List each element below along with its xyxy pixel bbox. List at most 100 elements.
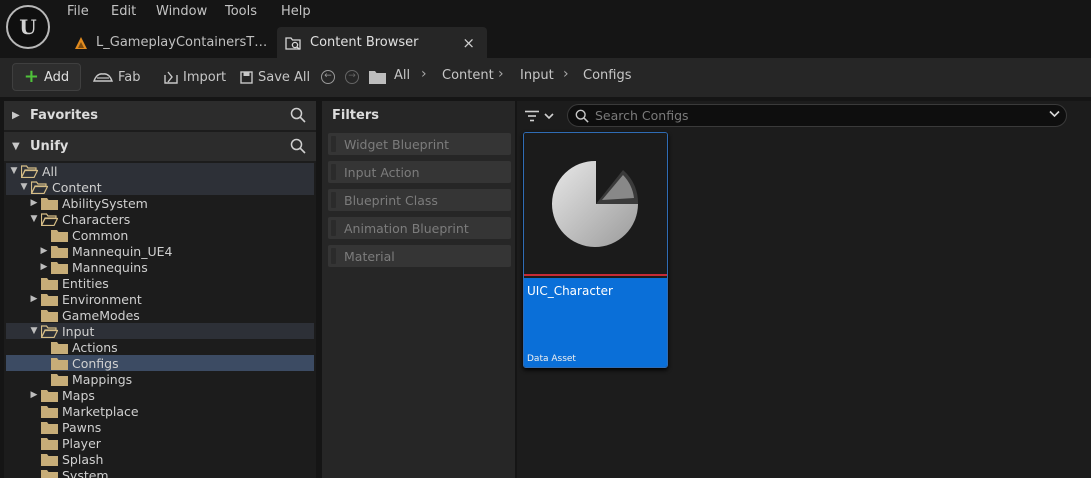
folder-icon (51, 373, 68, 386)
project-header[interactable]: ▼ Unify (4, 132, 316, 161)
data-asset-pie-icon (552, 160, 639, 247)
chevron-right-icon: › (498, 66, 504, 82)
filter-color-bar (331, 220, 336, 236)
filter-animation-blueprint[interactable]: Animation Blueprint (328, 217, 511, 239)
tree-item-splash[interactable]: Splash (6, 451, 314, 467)
chevron-right-icon: ▶ (12, 110, 20, 121)
tree-item-environment[interactable]: ▶ Environment (6, 291, 314, 307)
tree-item-label: Entities (62, 275, 109, 291)
breadcrumb-input[interactable]: Input (520, 68, 554, 83)
filter-input-action[interactable]: Input Action (328, 161, 511, 183)
chevron-down-icon[interactable]: ▼ (19, 182, 29, 192)
tree-item-gamemodes[interactable]: GameModes (6, 307, 314, 323)
tree-item-label: Mappings (72, 371, 133, 387)
folder-icon (41, 309, 58, 322)
search-box[interactable] (567, 104, 1067, 127)
tree-item-content[interactable]: ▼ Content (6, 179, 314, 195)
chevron-down-icon[interactable]: ▼ (29, 326, 39, 336)
chevron-down-icon[interactable] (1049, 110, 1060, 118)
back-arrow-icon[interactable]: ← (321, 70, 335, 84)
tree-item-label: AbilitySystem (62, 195, 148, 211)
tree-item-label: All (42, 163, 58, 179)
asset-tile[interactable]: UIC_Character Data Asset (523, 132, 668, 368)
tree-item-label: System (62, 467, 109, 478)
chevron-right-icon[interactable]: ▶ (29, 294, 39, 304)
filters-panel: Filters Widget Blueprint Input Action Bl… (322, 101, 515, 478)
breadcrumb-configs[interactable]: Configs (583, 68, 631, 83)
menu-window[interactable]: Window (156, 4, 207, 19)
menu-file[interactable]: File (67, 4, 89, 19)
tree-item-label: Characters (62, 211, 131, 227)
folder-open-icon (21, 164, 38, 178)
tree-item-maps[interactable]: ▶ Maps (6, 387, 314, 403)
search-input[interactable] (595, 107, 1035, 124)
add-button[interactable]: + Add (12, 63, 81, 91)
tree-item-label: Pawns (62, 419, 102, 435)
tree-item-configs[interactable]: Configs (6, 355, 314, 371)
title-bar: U File Edit Window Tools Help L_Gameplay… (0, 0, 1091, 58)
menu-edit[interactable]: Edit (111, 4, 136, 19)
sources-panel: ▶ Favorites ▼ Unify ▼ All ▼ Content ▶ Ability… (4, 101, 316, 478)
tree-item-label: Actions (72, 339, 118, 355)
filter-button[interactable] (525, 107, 559, 125)
filter-blueprint-class[interactable]: Blueprint Class (328, 189, 511, 211)
tree-item-label: Mannequin_UE4 (72, 243, 173, 259)
filter-color-bar (331, 136, 336, 152)
tree-item-all[interactable]: ▼ All (6, 163, 314, 179)
tree-item-abilitysystem[interactable]: ▶ AbilitySystem (6, 195, 314, 211)
filter-material[interactable]: Material (328, 245, 511, 267)
breadcrumb-content[interactable]: Content (442, 68, 494, 83)
filter-label: Animation Blueprint (344, 220, 469, 236)
folder-icon (41, 437, 58, 450)
unreal-logo-icon[interactable]: U (6, 5, 50, 49)
favorites-header[interactable]: ▶ Favorites (4, 101, 316, 130)
tree-item-mappings[interactable]: Mappings (6, 371, 314, 387)
chevron-right-icon[interactable]: ▶ (29, 390, 39, 400)
folder-open-icon (31, 180, 48, 194)
folder-icon (51, 261, 68, 274)
content-browser-icon (285, 36, 301, 50)
tree-item-common[interactable]: Common (6, 227, 314, 243)
close-icon[interactable]: × (462, 34, 475, 52)
folder-open-icon (41, 212, 58, 226)
filter-color-bar (331, 248, 336, 264)
tree-item-characters[interactable]: ▼ Characters (6, 211, 314, 227)
folder-icon (51, 229, 68, 242)
filter-widget-blueprint[interactable]: Widget Blueprint (328, 133, 511, 155)
filter-label: Input Action (344, 164, 420, 180)
save-all-button[interactable]: Save All (240, 63, 310, 91)
breadcrumb-all[interactable]: All (394, 68, 410, 83)
import-icon (164, 71, 178, 84)
tab-level[interactable]: L_GameplayContainersT… (66, 27, 272, 58)
tree-item-pawns[interactable]: Pawns (6, 419, 314, 435)
fab-button[interactable]: Fab (93, 63, 141, 91)
tree-item-input[interactable]: ▼ Input (6, 323, 314, 339)
chevron-down-icon[interactable]: ▼ (29, 214, 39, 224)
chevron-right-icon[interactable]: ▶ (39, 262, 49, 272)
tree-item-entities[interactable]: Entities (6, 275, 314, 291)
save-icon (240, 70, 253, 84)
chevron-right-icon[interactable]: ▶ (29, 198, 39, 208)
folder-icon[interactable] (369, 70, 386, 84)
tree-item-actions[interactable]: Actions (6, 339, 314, 355)
import-button[interactable]: Import (164, 63, 226, 91)
filter-label: Blueprint Class (344, 192, 438, 208)
menu-tools[interactable]: Tools (225, 4, 257, 19)
tree-item-mannequins[interactable]: ▶ Mannequins (6, 259, 314, 275)
chevron-down-icon[interactable]: ▼ (9, 166, 19, 176)
search-icon[interactable] (290, 138, 306, 154)
forward-arrow-icon[interactable]: → (345, 70, 359, 84)
tree-item-player[interactable]: Player (6, 435, 314, 451)
tab-content-browser[interactable]: Content Browser × (277, 27, 487, 58)
chevron-right-icon: › (563, 66, 569, 82)
search-icon[interactable] (290, 107, 306, 123)
tab-level-label: L_GameplayContainersT… (96, 35, 268, 50)
tree-item-marketplace[interactable]: Marketplace (6, 403, 314, 419)
tree-item-label: Marketplace (62, 403, 139, 419)
tree-item-system[interactable]: System (6, 467, 314, 478)
menu-help[interactable]: Help (281, 4, 311, 19)
chevron-down-icon (544, 112, 554, 119)
tree-item-mannequin-ue4[interactable]: ▶ Mannequin_UE4 (6, 243, 314, 259)
import-button-label: Import (183, 69, 227, 85)
chevron-right-icon[interactable]: ▶ (39, 246, 49, 256)
